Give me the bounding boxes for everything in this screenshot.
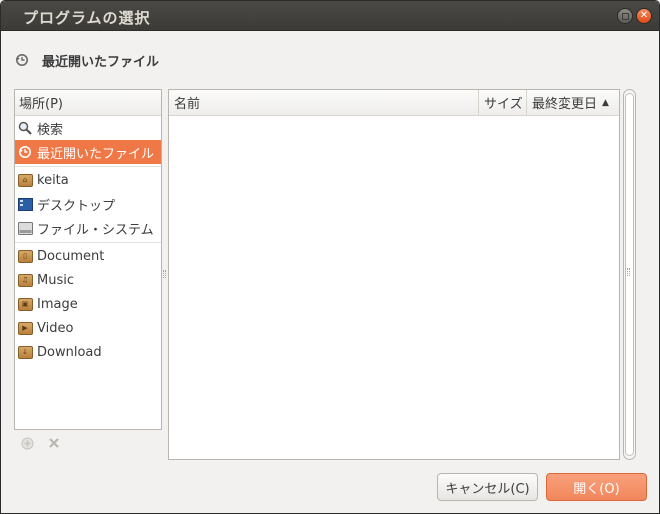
close-button[interactable]: ✕ <box>636 8 652 24</box>
location-bar: 最近開いたファイル <box>14 49 159 71</box>
place-video[interactable]: ▶ Video <box>15 316 161 340</box>
vertical-scrollbar[interactable] <box>623 89 636 460</box>
file-list-header: 名前 サイズ 最終変更日 ▲ <box>169 90 619 116</box>
place-label: デスクトップ <box>37 198 116 214</box>
document-folder-icon: ▯ <box>17 248 33 264</box>
place-label: ファイル・システム <box>37 222 154 238</box>
column-header-modified[interactable]: 最終変更日 ▲ <box>527 90 619 115</box>
image-folder-icon: ▣ <box>17 296 33 312</box>
place-document[interactable]: ▯ Document <box>15 244 161 268</box>
download-folder-icon: ↓ <box>17 344 33 360</box>
location-label: 最近開いたファイル <box>42 54 160 70</box>
search-icon <box>17 120 33 136</box>
desktop-icon <box>17 196 33 212</box>
pane-resize-handle[interactable] <box>163 270 166 278</box>
bookmark-controls <box>21 437 60 454</box>
place-label: Video <box>37 320 74 336</box>
place-recent[interactable]: 最近開いたファイル <box>15 140 161 164</box>
place-search[interactable]: 検索 <box>15 116 161 140</box>
sort-ascending-icon: ▲ <box>602 97 609 108</box>
places-header: 場所(P) <box>15 90 161 116</box>
place-image[interactable]: ▣ Image <box>15 292 161 316</box>
place-desktop[interactable]: デスクトップ <box>15 192 161 216</box>
titlebar[interactable]: プログラムの選択 ✕ <box>1 1 659 31</box>
recent-clock-icon <box>14 52 30 68</box>
maximize-button[interactable] <box>617 8 633 24</box>
add-icon <box>21 437 34 450</box>
place-label: Download <box>37 344 102 360</box>
file-chooser-dialog: プログラムの選択 ✕ 最近開いたファイル 場所(P) 検索 最近開いたファイル … <box>0 0 660 514</box>
open-button[interactable]: 開く(O) <box>546 473 647 501</box>
drive-icon <box>17 220 33 236</box>
column-label: サイズ <box>484 97 523 112</box>
file-list[interactable]: 名前 サイズ 最終変更日 ▲ <box>168 89 620 460</box>
column-header-name[interactable]: 名前 <box>169 90 479 115</box>
place-label: Document <box>37 248 105 264</box>
home-folder-icon: ⌂ <box>17 172 33 188</box>
place-label: Image <box>37 296 78 312</box>
music-folder-icon: ♫ <box>17 272 33 288</box>
place-label: 検索 <box>37 122 64 138</box>
cancel-button[interactable]: キャンセル(C) <box>437 473 538 501</box>
window-title: プログラムの選択 <box>23 9 151 27</box>
close-icon: ✕ <box>639 10 649 21</box>
place-home[interactable]: ⌂ keita <box>15 168 161 192</box>
scrollbar-grip <box>627 268 630 276</box>
recent-clock-icon <box>17 144 33 160</box>
remove-bookmark-button[interactable] <box>48 437 60 454</box>
place-label: Music <box>37 272 74 288</box>
column-label: 最終変更日 <box>532 97 598 112</box>
place-label: 最近開いたファイル <box>37 146 155 162</box>
maximize-icon <box>621 12 629 20</box>
add-bookmark-button[interactable] <box>21 437 34 454</box>
place-label: keita <box>37 172 69 188</box>
place-filesystem[interactable]: ファイル・システム <box>15 216 161 240</box>
divider <box>15 242 161 243</box>
remove-icon <box>49 438 59 448</box>
video-folder-icon: ▶ <box>17 320 33 336</box>
place-music[interactable]: ♫ Music <box>15 268 161 292</box>
column-label: 名前 <box>174 97 201 112</box>
place-download[interactable]: ↓ Download <box>15 340 161 364</box>
divider <box>15 166 161 167</box>
places-sidebar: 場所(P) 検索 最近開いたファイル ⌂ keita デスクトップ ファイル・シ… <box>14 89 162 430</box>
column-header-size[interactable]: サイズ <box>479 90 527 115</box>
